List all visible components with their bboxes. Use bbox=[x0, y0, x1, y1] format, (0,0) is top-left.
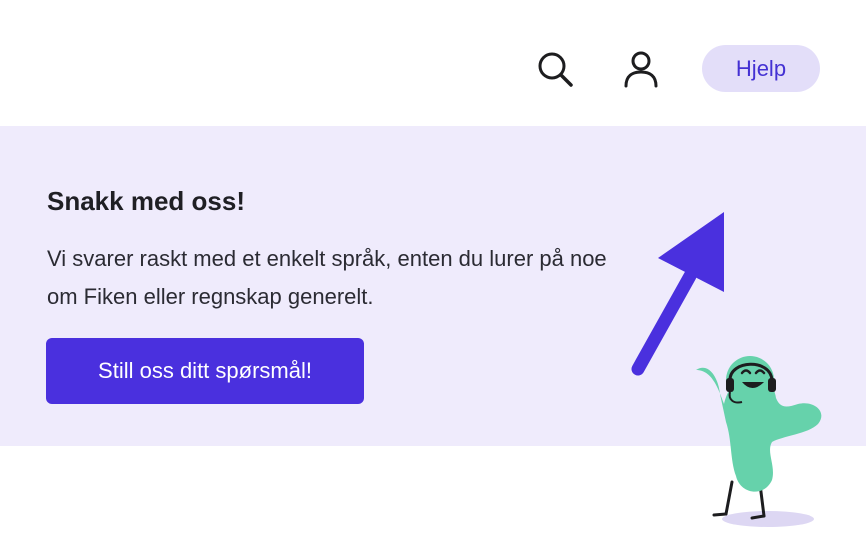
panel-title: Snakk med oss! bbox=[47, 186, 245, 216]
support-mascot-illustration bbox=[696, 356, 822, 527]
arrow-up-right-icon bbox=[631, 212, 724, 376]
panel-description: Vi svarer raskt med et enkelt språk, ent… bbox=[47, 246, 607, 309]
ask-question-button[interactable]: Still oss ditt spørsmål! bbox=[46, 338, 364, 404]
profile-button[interactable] bbox=[618, 46, 664, 92]
chat-panel: Snakk med oss! Vi svarer raskt med et en… bbox=[0, 126, 866, 527]
search-button[interactable] bbox=[532, 46, 578, 92]
search-icon bbox=[538, 52, 573, 87]
top-bar: Hjelp bbox=[0, 0, 866, 126]
user-icon bbox=[624, 51, 658, 88]
help-button[interactable]: Hjelp bbox=[702, 45, 820, 92]
